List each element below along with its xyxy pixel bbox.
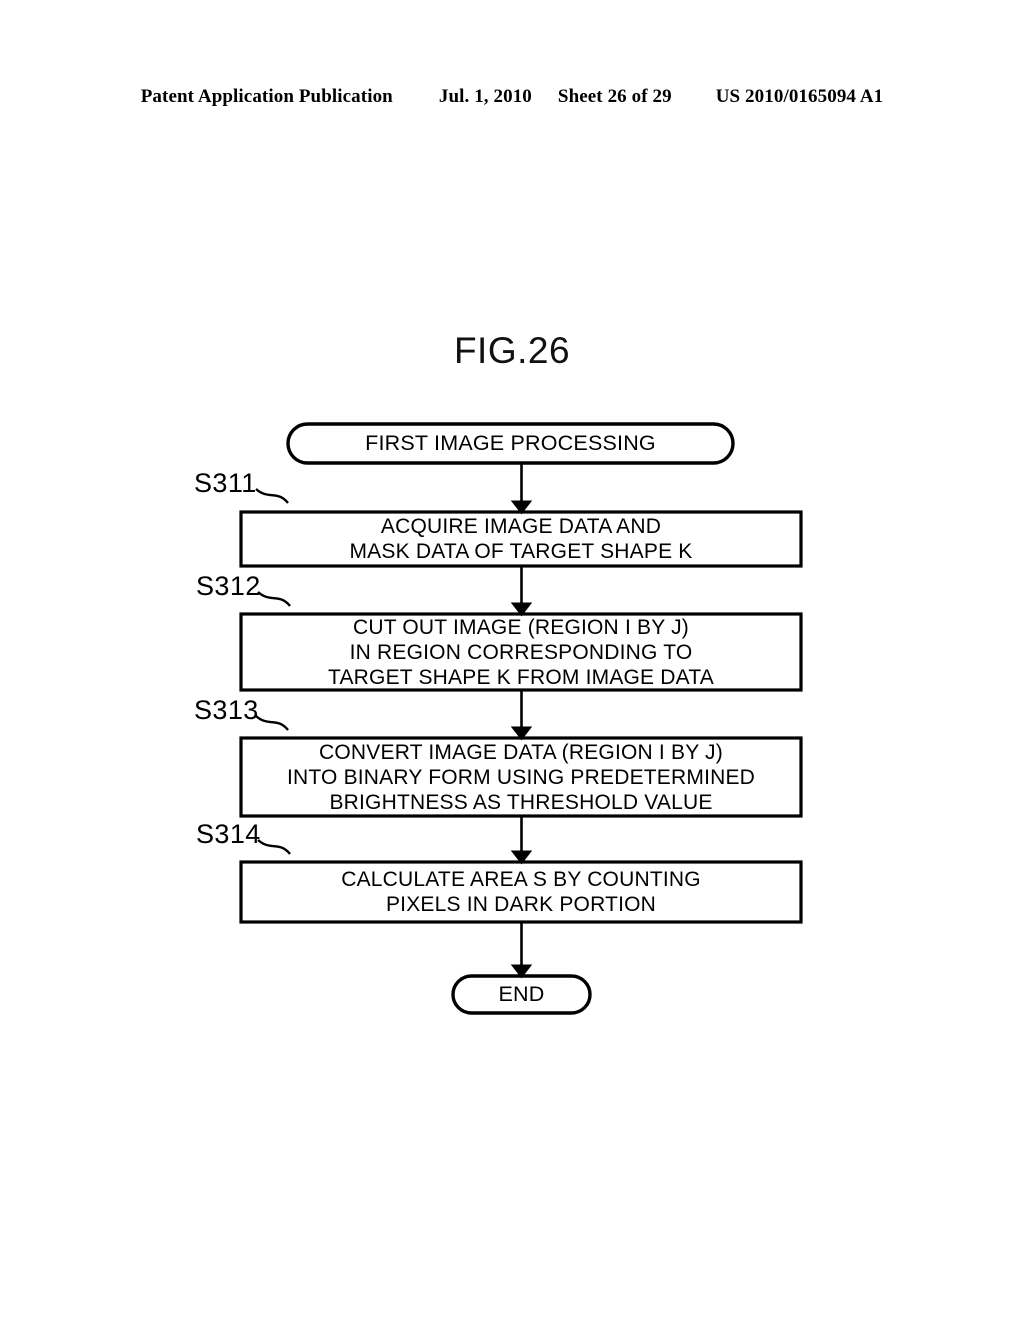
process-box-s311-line-1: ACQUIRE IMAGE DATA AND <box>380 515 662 538</box>
step-ref-s311: S311 <box>194 468 257 498</box>
process-box-s312-line-3: TARGET SHAPE K FROM IMAGE DATA <box>328 665 714 689</box>
process-box-s314-line-2: PIXELS IN DARK PORTION <box>385 893 657 916</box>
step-ref-s314: S314 <box>196 819 261 849</box>
process-box-s311-label: ACQUIRE IMAGE DATA AND MASK DATA OF TARG… <box>241 512 801 566</box>
process-box-s313-line-3: BRIGHTNESS AS THRESHOLD VALUE <box>329 790 713 814</box>
start-terminal-label: FIRST IMAGE PROCESSING <box>365 431 656 455</box>
step-ref-s313: S313 <box>194 695 259 725</box>
process-box-s312-line-2: IN REGION CORRESPONDING TO <box>349 640 693 664</box>
process-box-s314-label: CALCULATE AREA S BY COUNTING PIXELS IN D… <box>241 862 801 922</box>
process-box-s313-line-1: CONVERT IMAGE DATA (REGION I BY J) <box>319 740 723 764</box>
leader-line-s311 <box>255 488 289 504</box>
process-box-s312-label: CUT OUT IMAGE (REGION I BY J) IN REGION … <box>241 614 801 690</box>
leader-line-s314 <box>257 839 291 855</box>
process-box-s312-line-1: CUT OUT IMAGE (REGION I BY J) <box>352 615 689 639</box>
process-box-s314-line-1: CALCULATE AREA S BY COUNTING <box>341 868 701 891</box>
process-box-s311-line-2: MASK DATA OF TARGET SHAPE K <box>349 540 693 563</box>
leader-line-s312 <box>257 591 291 607</box>
end-terminal-label: END <box>498 982 545 1006</box>
step-ref-s312: S312 <box>196 571 261 601</box>
process-box-s313-line-2: INTO BINARY FORM USING PREDETERMINED <box>286 765 756 789</box>
process-box-s313-label: CONVERT IMAGE DATA (REGION I BY J) INTO … <box>241 738 801 816</box>
leader-line-s313 <box>255 715 289 731</box>
